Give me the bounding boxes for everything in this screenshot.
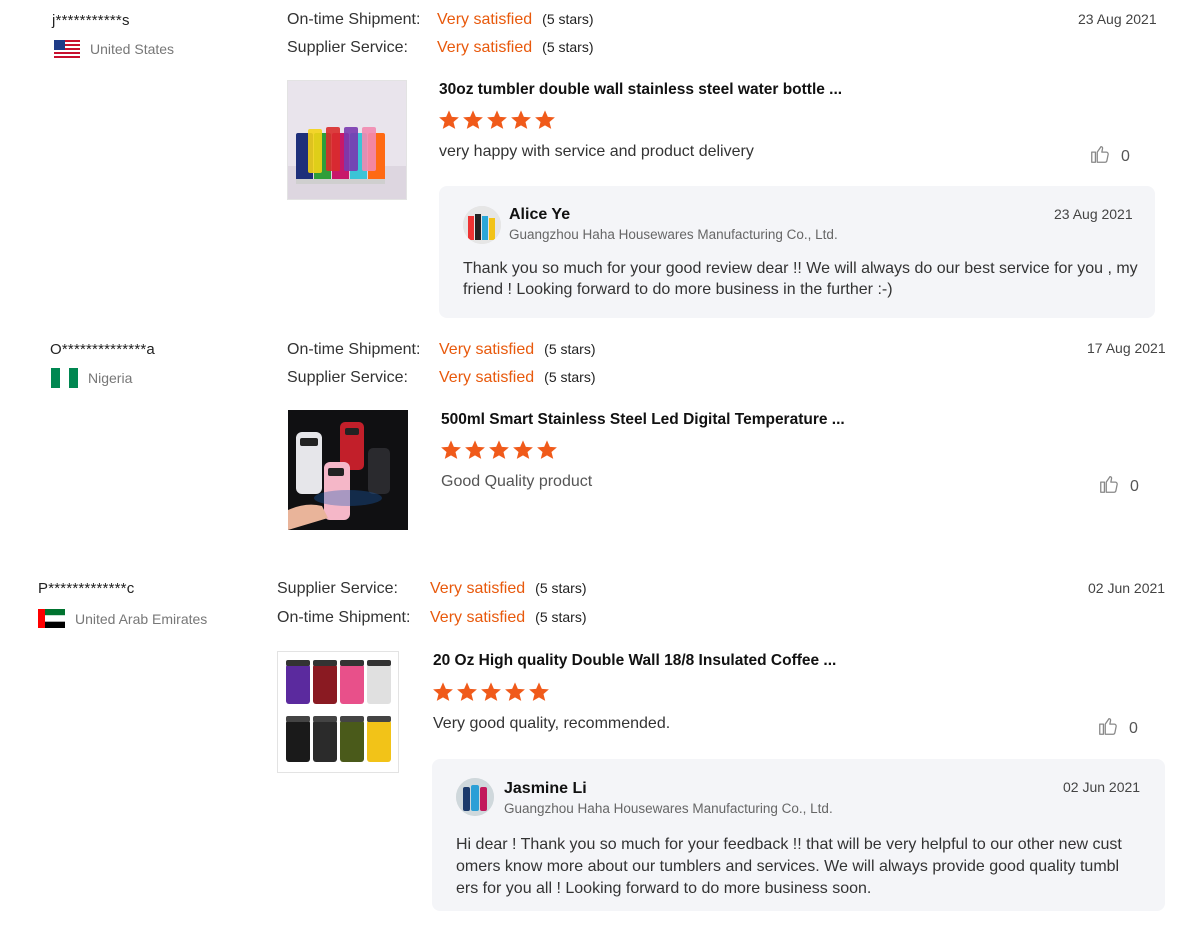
buyer-country: United States [54, 40, 174, 58]
product-star-rating [438, 109, 556, 131]
rating-label: On-time Shipment: [277, 609, 411, 626]
reply-date: 23 Aug 2021 [1054, 206, 1133, 222]
product-title-link[interactable]: 30oz tumbler double wall stainless steel… [439, 81, 842, 99]
review-item: P*************c United Arab Emirates Sup… [0, 570, 1200, 929]
rating-label: On-time Shipment: [287, 341, 421, 358]
rating-stars-text: (5 stars) [535, 609, 587, 625]
rating-label: Supplier Service: [277, 580, 398, 597]
reply-text-line: ers for you all ! Looking forward to do … [456, 880, 872, 897]
reply-company-name: Guangzhou Haha Housewares Manufacturing … [509, 227, 838, 242]
review-comment: very happy with service and product deli… [439, 143, 754, 160]
reply-author-name: Alice Ye [509, 206, 571, 223]
thumbs-up-icon [1089, 143, 1111, 170]
buyer-country: United Arab Emirates [38, 609, 207, 628]
star-icon [510, 109, 532, 131]
buyer-name: P*************c [38, 580, 135, 597]
avatar [463, 206, 501, 244]
rating-stars-text: (5 stars) [544, 341, 596, 357]
rating-value: Very satisfied [430, 609, 526, 626]
rating-value: Very satisfied [439, 369, 535, 386]
like-count: 0 [1121, 147, 1130, 165]
product-thumbnail[interactable] [288, 410, 408, 530]
star-icon [440, 439, 462, 461]
reply-company-name: Guangzhou Haha Housewares Manufacturing … [504, 801, 833, 816]
reply-text-line: Thank you so much for your good review d… [463, 260, 1138, 277]
us-flag-icon [54, 40, 80, 58]
star-icon [438, 109, 460, 131]
like-count: 0 [1130, 477, 1139, 495]
star-icon [488, 439, 510, 461]
reply-date: 02 Jun 2021 [1063, 779, 1141, 795]
rating-row: On-time Shipment: Very satisfied (5 star… [287, 11, 594, 29]
product-thumbnail[interactable] [287, 80, 407, 200]
review-item: O**************a Nigeria On-time Shipmen… [0, 330, 1200, 570]
reply-text-line: friend ! Looking forward to do more busi… [463, 281, 893, 298]
star-icon [462, 109, 484, 131]
rating-row: On-time Shipment: Very satisfied (5 star… [287, 341, 596, 359]
buyer-country: Nigeria [51, 368, 132, 388]
supplier-reply: Jasmine Li Guangzhou Haha Housewares Man… [432, 759, 1165, 911]
reply-author-name: Jasmine Li [504, 780, 587, 797]
rating-label: On-time Shipment: [287, 11, 421, 28]
avatar [456, 778, 494, 816]
star-icon [536, 439, 558, 461]
rating-label: Supplier Service: [287, 39, 408, 56]
product-star-rating [440, 439, 558, 461]
star-icon [528, 681, 550, 703]
buyer-name: O**************a [50, 341, 155, 358]
country-label: United States [90, 41, 175, 57]
product-thumbnail[interactable] [277, 651, 399, 773]
review-item: j***********s United States On-time Ship… [0, 0, 1200, 330]
buyer-name: j***********s [52, 12, 130, 29]
reply-text: Thank you so much for your good review d… [463, 258, 1153, 300]
review-comment: Very good quality, recommended. [433, 715, 671, 732]
star-icon [534, 109, 556, 131]
like-button[interactable]: 0 [1098, 473, 1139, 500]
star-icon [464, 439, 486, 461]
like-button[interactable]: 0 [1097, 715, 1138, 742]
rating-value: Very satisfied [439, 341, 535, 358]
rating-row: Supplier Service: Very satisfied (5 star… [277, 580, 587, 598]
thumbs-up-icon [1098, 473, 1120, 500]
like-button[interactable]: 0 [1089, 143, 1130, 170]
product-star-rating [432, 681, 550, 703]
rating-label: Supplier Service: [287, 369, 408, 386]
reply-text-line: Hi dear ! Thank you so much for your fee… [456, 836, 1122, 853]
product-title-link[interactable]: 20 Oz High quality Double Wall 18/8 Insu… [433, 652, 836, 670]
rating-stars-text: (5 stars) [542, 11, 594, 27]
rating-value: Very satisfied [437, 11, 533, 28]
star-icon [480, 681, 502, 703]
like-count: 0 [1129, 719, 1138, 737]
rating-stars-text: (5 stars) [535, 580, 587, 596]
rating-stars-text: (5 stars) [544, 369, 596, 385]
uae-flag-icon [38, 609, 65, 628]
product-title-link[interactable]: 500ml Smart Stainless Steel Led Digital … [441, 411, 845, 429]
rating-row: Supplier Service: Very satisfied (5 star… [287, 39, 594, 57]
country-label: Nigeria [88, 370, 133, 386]
star-icon [456, 681, 478, 703]
rating-stars-text: (5 stars) [542, 39, 594, 55]
review-date: 17 Aug 2021 [1087, 340, 1166, 356]
star-icon [486, 109, 508, 131]
star-icon [504, 681, 526, 703]
reply-text: Hi dear ! Thank you so much for your fee… [456, 834, 1156, 900]
review-date: 02 Jun 2021 [1088, 580, 1166, 596]
review-comment: Good Quality product [441, 473, 593, 490]
rating-row: On-time Shipment: Very satisfied (5 star… [277, 609, 587, 627]
rating-value: Very satisfied [430, 580, 526, 597]
rating-row: Supplier Service: Very satisfied (5 star… [287, 369, 596, 387]
review-date: 23 Aug 2021 [1078, 11, 1157, 27]
star-icon [432, 681, 454, 703]
reply-text-line: omers know more about our tumblers and s… [456, 858, 1120, 875]
star-icon [512, 439, 534, 461]
country-label: United Arab Emirates [75, 610, 208, 627]
rating-value: Very satisfied [437, 39, 533, 56]
thumbs-up-icon [1097, 715, 1119, 742]
nigeria-flag-icon [51, 368, 78, 388]
supplier-reply: Alice Ye Guangzhou Haha Housewares Manuf… [439, 186, 1155, 318]
